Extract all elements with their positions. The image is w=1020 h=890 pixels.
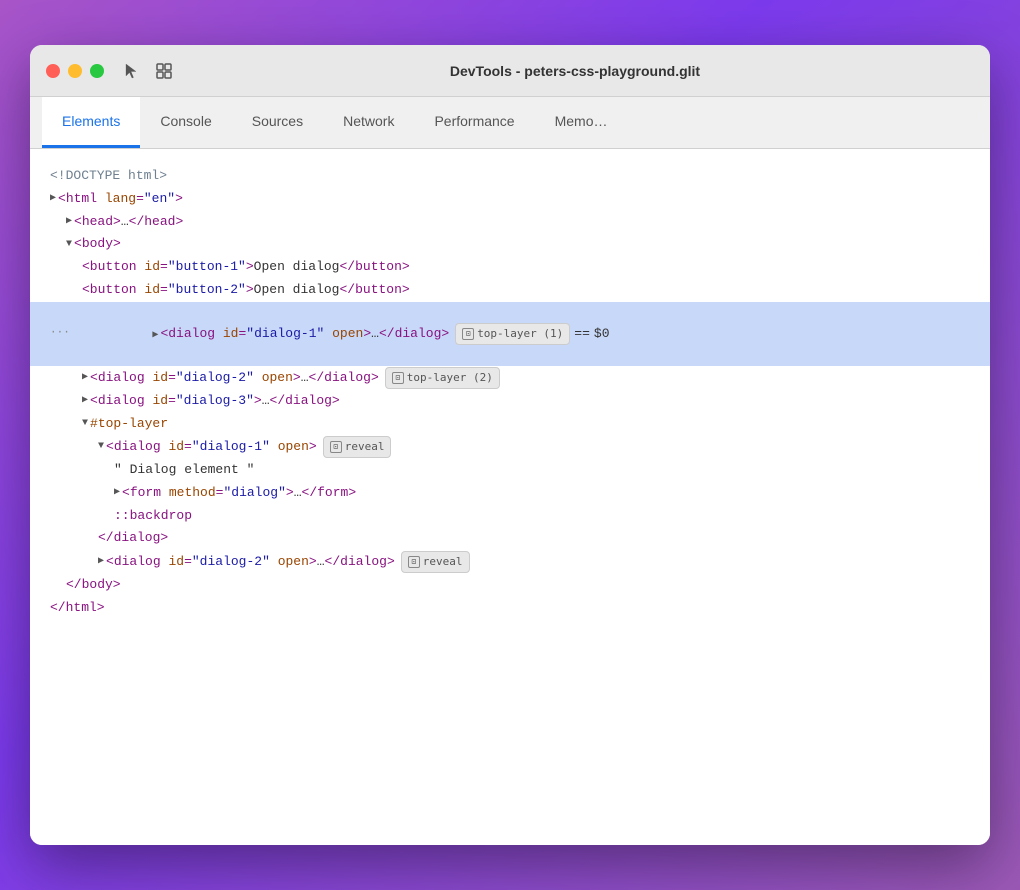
top-layer-line: #top-layer: [82, 413, 970, 436]
doctype-line: <!DOCTYPE html>: [50, 165, 970, 188]
close-button[interactable]: [46, 64, 60, 78]
html-triangle[interactable]: [50, 191, 56, 207]
button1-line: <button id="button-1">Open dialog</butto…: [82, 256, 970, 279]
button2-line: <button id="button-2">Open dialog</butto…: [82, 279, 970, 302]
body-triangle[interactable]: [66, 237, 72, 253]
maximize-button[interactable]: [90, 64, 104, 78]
tab-performance[interactable]: Performance: [414, 97, 534, 148]
reveal-2-badge[interactable]: ⊡reveal: [401, 551, 470, 573]
window-title: DevTools - peters-css-playground.glit: [176, 63, 974, 79]
tab-memory[interactable]: Memo…: [535, 97, 628, 148]
body-open-line: <body>: [66, 233, 970, 256]
tab-console[interactable]: Console: [140, 97, 231, 148]
traffic-lights: [46, 64, 104, 78]
html-close-line: </html>: [50, 597, 970, 620]
reveal-1-icon: ⊡: [330, 441, 342, 453]
dialog1-line[interactable]: ··· <dialog id="dialog-1" open>…</dialog…: [30, 302, 990, 366]
toolbar-icons: [120, 59, 176, 83]
reveal-2-icon: ⊡: [408, 556, 420, 568]
dialog-text-line: " Dialog element ": [114, 459, 970, 482]
head-triangle[interactable]: [66, 214, 72, 230]
dialog2-line: <dialog id="dialog-2" open>…</dialog> ⊡t…: [82, 366, 970, 390]
head-collapsed-line: <head>…</head>: [66, 211, 970, 234]
inspect-icon[interactable]: [152, 59, 176, 83]
top-layer-2-badge[interactable]: ⊡top-layer (2): [385, 367, 500, 389]
dialog1-triangle[interactable]: [152, 328, 158, 344]
tabs-bar: Elements Console Sources Network Perform…: [30, 97, 990, 149]
dialog1-expanded-triangle[interactable]: [98, 439, 104, 455]
backdrop-line: ::backdrop: [114, 505, 970, 528]
tab-sources[interactable]: Sources: [232, 97, 323, 148]
top-layer-triangle[interactable]: [82, 416, 88, 432]
minimize-button[interactable]: [68, 64, 82, 78]
top-layer-icon: ⊡: [462, 328, 474, 340]
dialog2-expanded-line: <dialog id="dialog-2" open>…</dialog> ⊡r…: [98, 550, 970, 574]
form-triangle[interactable]: [114, 485, 120, 501]
cursor-icon[interactable]: [120, 59, 144, 83]
tab-network[interactable]: Network: [323, 97, 414, 148]
dialog1-expanded-line: <dialog id="dialog-1" open> ⊡reveal: [98, 435, 970, 459]
dialog2-triangle[interactable]: [82, 370, 88, 386]
body-close-line: </body>: [66, 574, 970, 597]
devtools-window: DevTools - peters-css-playground.glit El…: [30, 45, 990, 845]
elements-panel: <!DOCTYPE html> <html lang="en"> <head>……: [30, 149, 990, 845]
form-line: <form method="dialog">…</form>: [114, 482, 970, 505]
dialog3-triangle[interactable]: [82, 393, 88, 409]
dialog-close-line: </dialog>: [98, 527, 970, 550]
top-layer-1-badge[interactable]: ⊡top-layer (1): [455, 323, 570, 345]
top-layer-2-icon: ⊡: [392, 372, 404, 384]
dialog2-expanded-triangle[interactable]: [98, 554, 104, 570]
dialog3-line: <dialog id="dialog-3">…</dialog>: [82, 390, 970, 413]
html-open-line: <html lang="en">: [50, 188, 970, 211]
dots-prefix: ···: [50, 325, 74, 343]
tab-elements[interactable]: Elements: [42, 97, 140, 148]
reveal-1-badge[interactable]: ⊡reveal: [323, 436, 392, 458]
titlebar: DevTools - peters-css-playground.glit: [30, 45, 990, 97]
